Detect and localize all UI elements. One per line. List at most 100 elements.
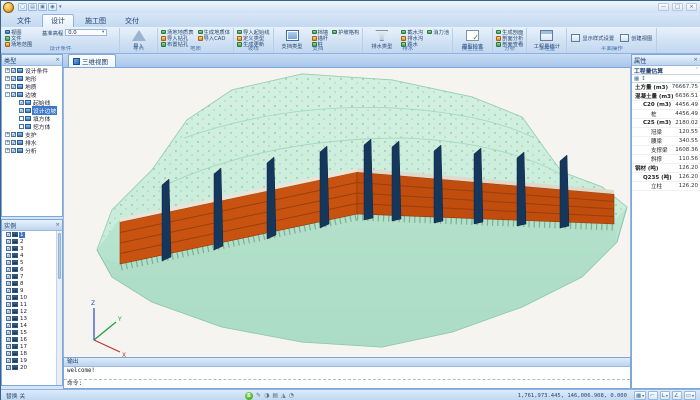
quick-access-icon[interactable]: ▤ [28, 3, 37, 11]
instance-item[interactable]: 7 [2, 273, 56, 280]
status-toggle-button[interactable]: L ▾ [660, 391, 670, 400]
checkbox[interactable] [11, 84, 16, 89]
close-icon[interactable]: × [693, 57, 698, 63]
quantity-row[interactable]: 斜撑 110.56 [632, 155, 700, 164]
expander-icon[interactable]: + [5, 140, 10, 145]
import-button[interactable]: 导入 [122, 29, 155, 45]
checkbox[interactable] [6, 358, 11, 363]
tab-3d-view[interactable]: 三维视图 [68, 54, 116, 67]
instance-item[interactable]: 16 [2, 336, 56, 343]
instance-item[interactable]: 13 [2, 315, 56, 322]
status-toggle-button[interactable]: ∠ [672, 391, 682, 400]
scrollbar-thumb[interactable] [58, 233, 61, 279]
quantity-row[interactable]: C25 (m3) 2180.02 [632, 119, 700, 128]
expander-icon[interactable]: + [5, 68, 10, 73]
checkbox[interactable] [6, 351, 11, 356]
display-style-button[interactable]: 显示样式设置 [569, 33, 616, 43]
close-icon[interactable]: × [55, 222, 60, 228]
checkbox[interactable] [6, 267, 11, 272]
support-type-button[interactable]: 支挡类型 [276, 29, 309, 45]
instance-item[interactable]: 17 [2, 343, 56, 350]
instance-item[interactable]: 10 [2, 294, 56, 301]
quantity-row[interactable]: 支撑梁 1608.36 [632, 146, 700, 155]
ribbon-tab[interactable]: 交付 [117, 15, 147, 27]
create-view-button[interactable]: 创建视图 [618, 33, 654, 43]
status-tool-icon[interactable]: ◔ [289, 392, 294, 400]
window-control-button[interactable]: × [686, 3, 697, 11]
checkbox[interactable] [11, 68, 16, 73]
ribbon-tab[interactable]: 施工图 [77, 15, 114, 27]
quantity-row[interactable]: Q235 (吨) 126.20 [632, 173, 700, 182]
checkbox[interactable] [6, 253, 11, 258]
quantity-row[interactable]: 立柱 126.20 [632, 182, 700, 191]
checkbox[interactable] [11, 92, 16, 97]
properties-tool-icon[interactable]: ↕ [641, 76, 646, 82]
instance-item[interactable]: 2 [2, 238, 56, 245]
expander-icon[interactable]: + [5, 84, 10, 89]
quick-access-dropdown-icon[interactable]: ▾ [59, 3, 62, 11]
instance-item[interactable]: 9 [2, 287, 56, 294]
status-tool-icon[interactable]: ▤ [272, 392, 278, 400]
datum-elevation-combo[interactable]: 0.0▾ [65, 29, 107, 36]
expander-icon[interactable]: - [5, 92, 10, 97]
ribbon-tab[interactable]: 文件 [9, 15, 39, 27]
checkbox[interactable] [11, 140, 16, 145]
instance-item[interactable]: 5 [2, 259, 56, 266]
quantity-row[interactable]: C20 (m3) 4456.49 [632, 101, 700, 110]
checkbox[interactable] [6, 232, 11, 237]
checkbox[interactable] [6, 295, 11, 300]
expander-icon[interactable]: + [5, 76, 10, 81]
checkbox[interactable] [6, 330, 11, 335]
quantity-row[interactable]: 土方量 (m3) 76667.75 [632, 83, 700, 92]
status-toggle-button[interactable]: ▭ ▾ [684, 391, 696, 400]
status-tool-icon[interactable]: ◑ [264, 392, 269, 400]
command-input[interactable]: 命令: [64, 379, 630, 388]
checkbox[interactable] [19, 108, 24, 113]
instance-item[interactable]: 15 [2, 329, 56, 336]
checkbox[interactable] [6, 337, 11, 342]
checkbox[interactable] [19, 116, 24, 121]
checkbox[interactable] [6, 344, 11, 349]
status-tool-icon[interactable]: ◮ [281, 392, 286, 400]
model-check-button[interactable]: 模型检查 [456, 29, 489, 45]
quantity-row[interactable]: 钢材 (吨) 126.20 [632, 164, 700, 173]
checkbox[interactable] [6, 316, 11, 321]
expander-icon[interactable]: + [5, 132, 10, 137]
tree-item[interactable]: + 分析 [2, 146, 62, 154]
checkbox[interactable] [6, 246, 11, 251]
instance-item[interactable]: 8 [2, 280, 56, 287]
checkbox[interactable] [6, 260, 11, 265]
ribbon-button[interactable]: 护坡格构 [331, 29, 360, 35]
quantity-row[interactable]: 冠梁 120.55 [632, 128, 700, 137]
status-toggle-button[interactable]: ⌐ [648, 391, 658, 400]
quick-access-icon[interactable]: ◉ [48, 3, 57, 11]
quantity-row[interactable]: 混凝土量 (m3) 6636.51 [632, 92, 700, 101]
instance-item[interactable]: 14 [2, 322, 56, 329]
checkbox[interactable] [6, 239, 11, 244]
instance-item[interactable]: 18 [2, 350, 56, 357]
checkbox[interactable] [6, 309, 11, 314]
checkbox[interactable] [11, 76, 16, 81]
instance-item[interactable]: 1 [2, 231, 56, 238]
checkbox[interactable] [19, 100, 24, 105]
quick-access-icon[interactable]: ▢ [18, 3, 27, 11]
instance-item[interactable]: 6 [2, 266, 56, 273]
checkbox[interactable] [6, 302, 11, 307]
instance-item[interactable]: 4 [2, 252, 56, 259]
quick-access-icon[interactable]: ▣ [38, 3, 47, 11]
quantity-stats-button[interactable]: 工程量统计 [530, 29, 563, 45]
checkbox[interactable] [11, 132, 16, 137]
replace-status-label[interactable]: 替换 关 [6, 391, 25, 400]
brand-logo-icon[interactable]: S [245, 392, 253, 400]
window-control-button[interactable]: □ [672, 3, 683, 11]
quantity-view-selector[interactable]: 工程量估算 ˅ [632, 66, 700, 75]
3d-viewport[interactable]: Z Y X [63, 68, 631, 357]
app-logo-icon[interactable] [3, 2, 14, 13]
instance-item[interactable]: 3 [2, 245, 56, 252]
status-toggle-button[interactable]: ▦ ▾ [634, 391, 646, 400]
instance-item[interactable]: 20 [2, 364, 56, 371]
instance-item[interactable]: 12 [2, 308, 56, 315]
checkbox[interactable] [6, 274, 11, 279]
ribbon-button[interactable]: 导入CAD [197, 35, 232, 41]
checkbox[interactable] [19, 124, 24, 129]
